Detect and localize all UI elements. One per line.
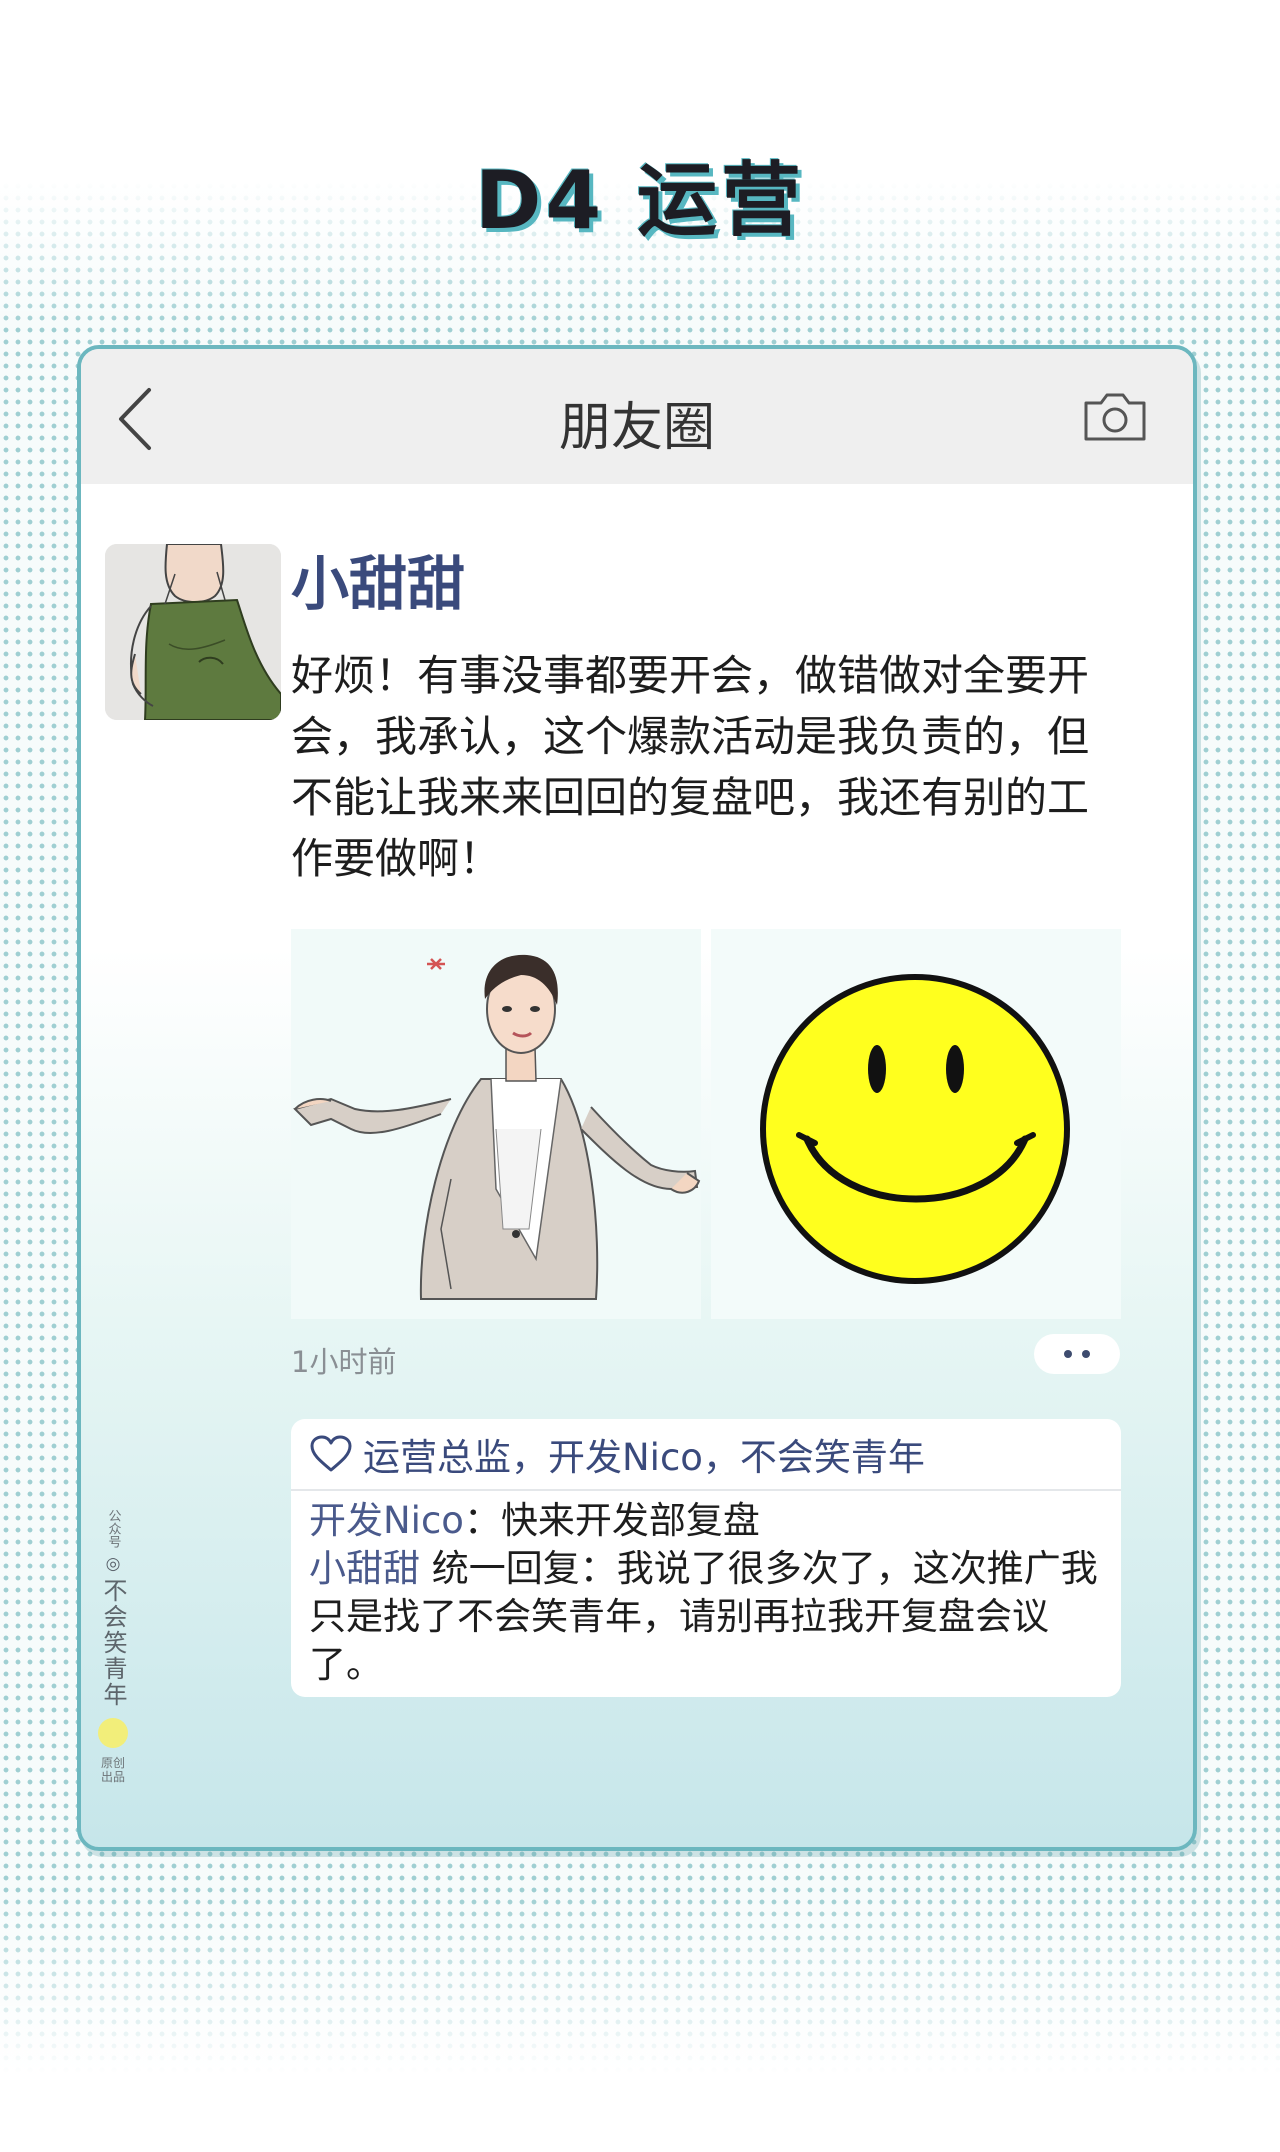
heart-icon [310,1435,352,1472]
avatar-image [105,544,281,720]
post-image-smiley[interactable] [711,929,1121,1319]
dot-icon [1082,1350,1090,1358]
likes-comments-box: 运营总监，开发Nico，不会笑青年 开发Nico：快来开发部复盘 小甜甜 统一回… [291,1419,1121,1697]
likes-names[interactable]: 运营总监，开发Nico，不会笑青年 [363,1427,925,1481]
post-image-woman[interactable] [291,929,701,1319]
watermark-label: 公众号 [105,1509,121,1548]
watermark-original: 原创出品 [100,1756,125,1784]
nav-bar: 朋友圈 [81,349,1193,484]
more-actions-button[interactable] [1034,1334,1120,1374]
smiley-icon [98,1718,128,1748]
comment-separator [420,1547,432,1590]
comment-item[interactable]: 小甜甜 统一回复：我说了很多次了，这次推广我只是找了不会笑青年，请别再拉我开复盘… [309,1545,1109,1689]
moments-screen: 朋友圈 小甜甜 好烦！有事没事都要开会，做错做对全要开会，我承认，这个爆款活动是… [77,345,1197,1851]
comments-list: 开发Nico：快来开发部复盘 小甜甜 统一回复：我说了很多次了，这次推广我只是找… [309,1497,1109,1689]
post-timestamp: 1小时前 [291,1345,397,1379]
likes-row: 运营总监，开发Nico，不会笑青年 [291,1419,1121,1491]
page-title: D4 运营 [475,154,805,247]
bottom-background [0,1892,1280,2152]
comment-author[interactable]: 小甜甜 [309,1547,420,1590]
comment-author[interactable]: 开发Nico [309,1499,464,1542]
shrugging-woman-illustration [291,929,701,1319]
camera-button[interactable] [1083,391,1147,443]
watermark-logo-icon: ◎ [105,1554,121,1574]
post-text: 好烦！有事没事都要开会，做错做对全要开会，我承认，这个爆款活动是我负责的，但不能… [291,651,1090,883]
camera-icon [1084,393,1146,441]
watermark: 公众号 ◎ 不会笑青年 原创出品 [91,1509,135,1784]
post-username[interactable]: 小甜甜 [291,537,465,621]
dot-icon [1064,1350,1072,1358]
avatar[interactable] [105,544,281,720]
smiley-face-icon [711,929,1121,1319]
watermark-name: 不会笑青年 [99,1578,127,1708]
comment-separator: ： [463,1499,501,1542]
comment-item[interactable]: 开发Nico：快来开发部复盘 [309,1497,1109,1545]
nav-title: 朋友圈 [558,398,715,458]
comment-text: 快来开发部复盘 [500,1499,760,1542]
